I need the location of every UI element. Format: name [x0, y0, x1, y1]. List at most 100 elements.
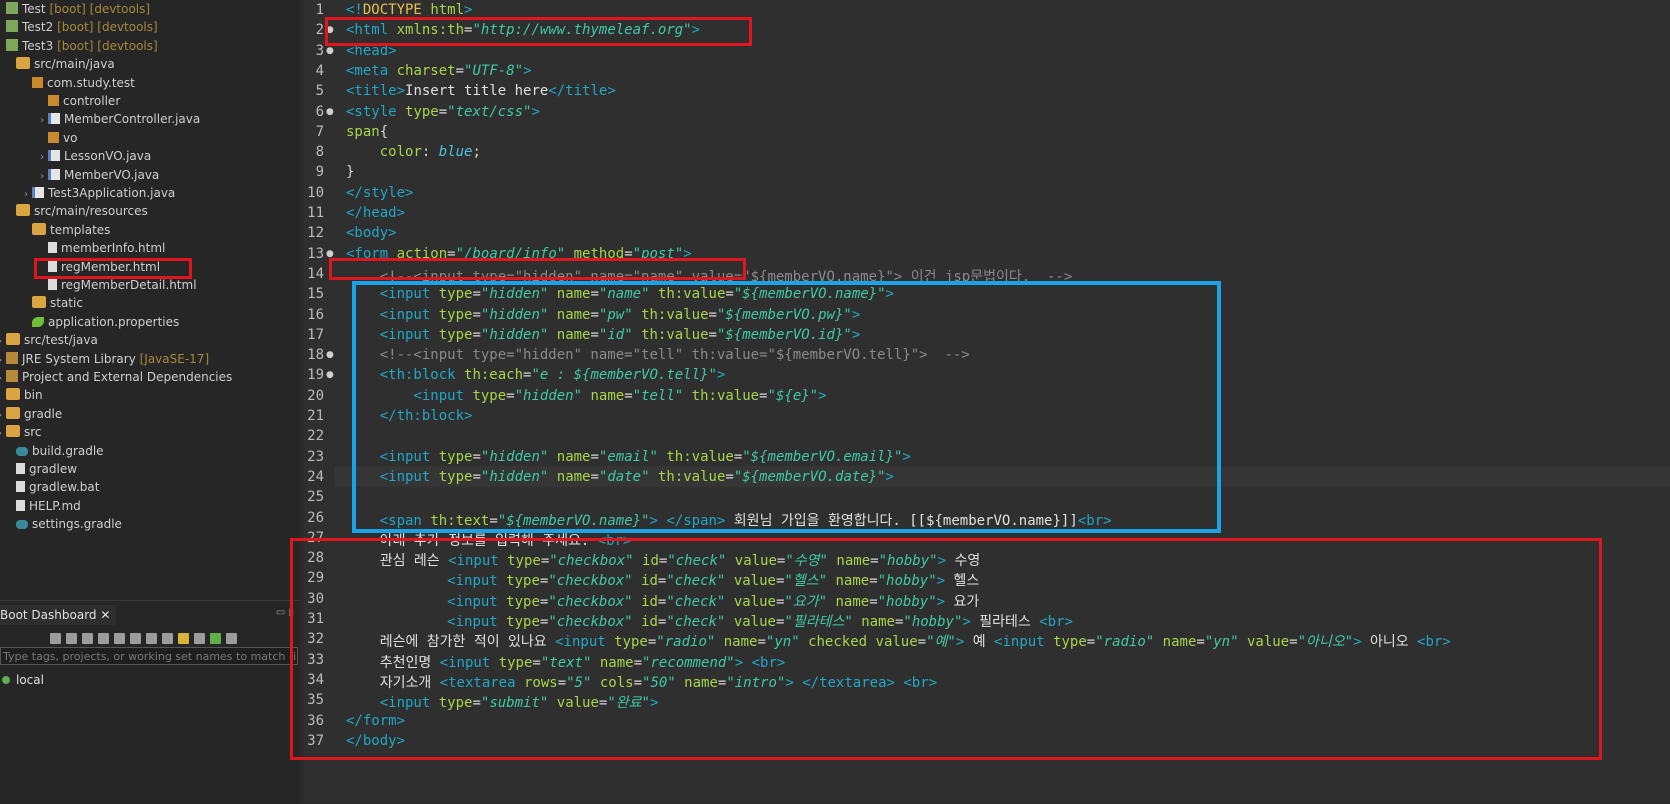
tree-item[interactable]: com.study.test: [20, 74, 135, 92]
code-line[interactable]: }: [346, 164, 354, 180]
tree-item[interactable]: application.properties: [20, 313, 179, 331]
tree-item-label: MemberVO.java: [64, 167, 160, 182]
code-line[interactable]: <!DOCTYPE html>: [346, 2, 472, 18]
tree-item[interactable]: ›src/test/java: [0, 331, 98, 349]
code-line[interactable]: color: blue;: [346, 144, 481, 160]
tree-item-label: Test3Application.java: [48, 186, 176, 200]
tree-item[interactable]: src/main/resources: [4, 202, 148, 220]
code-line[interactable]: <style type="text/css">: [346, 104, 540, 120]
line-number: 19: [307, 367, 324, 384]
tree-item[interactable]: › MemberVO.java: [36, 166, 159, 184]
start-icon[interactable]: [50, 633, 61, 644]
tree-item[interactable]: › LessonVO.java: [36, 147, 151, 165]
tree-item-label: Test: [22, 2, 46, 16]
tree-item[interactable]: ›gradle: [0, 405, 62, 423]
java-icon: [48, 168, 60, 180]
line-number: 21: [307, 408, 324, 424]
dashboard-toolbar: [50, 629, 242, 645]
folder-icon: [16, 204, 30, 217]
tree-item-label: templates: [50, 222, 111, 237]
tree-item[interactable]: HELP.md: [4, 497, 81, 515]
folder-icon: [16, 57, 30, 70]
tree-item[interactable]: Test2 [boot] [devtools]: [0, 18, 158, 36]
tree-item[interactable]: src/main/java: [4, 55, 115, 73]
line-number: 13: [307, 245, 324, 262]
tree-item-label: regMemberDetail.html: [61, 278, 197, 292]
pkg-icon: [48, 131, 59, 143]
proj-icon: [6, 20, 18, 33]
tree-item-label: build.gradle: [32, 443, 104, 458]
tree-item[interactable]: › Test3Application.java: [20, 184, 175, 202]
chevron-right-icon[interactable]: ›: [20, 186, 32, 204]
line-number: 17: [307, 326, 324, 343]
tree-item[interactable]: › MemberController.java: [36, 110, 200, 128]
chevron-right-icon[interactable]: ›: [36, 149, 48, 167]
tree-item[interactable]: build.gradle: [4, 442, 104, 460]
fold-toggle-icon[interactable]: ●: [326, 107, 334, 117]
close-icon[interactable]: ✕: [100, 608, 110, 622]
tree-item[interactable]: templates: [20, 221, 110, 239]
line-number: 6: [315, 103, 324, 120]
local-target[interactable]: local: [2, 673, 44, 687]
java-icon: [48, 150, 60, 162]
console-icon[interactable]: [114, 633, 125, 644]
code-line[interactable]: <meta charset="UTF-8">: [346, 63, 532, 79]
file-icon: [48, 279, 57, 290]
code-line[interactable]: </head>: [346, 205, 405, 221]
tree-item[interactable]: vo: [36, 129, 77, 147]
tree-item[interactable]: settings.gradle: [4, 515, 122, 533]
tree-item[interactable]: memberInfo.html: [36, 239, 165, 257]
tree-item-label: gradle: [24, 406, 63, 421]
boot-dashboard-tab[interactable]: Boot Dashboard ✕: [0, 605, 117, 625]
tree-item[interactable]: controller: [36, 92, 120, 110]
tree-item[interactable]: bin: [0, 386, 43, 404]
tree-item-label: Test3: [22, 38, 54, 53]
stop-icon[interactable]: [82, 633, 93, 644]
add-icon[interactable]: [210, 633, 221, 644]
lib-icon: [6, 370, 18, 382]
tree-item[interactable]: ›JRE System Library [JavaSE-17]: [0, 350, 209, 368]
tree-item[interactable]: Test [boot] [devtools]: [0, 0, 150, 18]
dashboard-filter-input[interactable]: Type tags, projects, or working set name…: [0, 647, 298, 665]
properties-icon[interactable]: [162, 633, 173, 644]
chevron-right-icon[interactable]: ›: [36, 112, 48, 130]
chevron-right-icon[interactable]: ›: [36, 168, 48, 186]
tree-item[interactable]: ›Project and External Dependencies: [0, 368, 232, 386]
tree-item-label: vo: [63, 130, 78, 145]
tree-item-label: application.properties: [48, 314, 180, 329]
tree-item-label: HELP.md: [29, 498, 81, 513]
pkg-icon: [32, 76, 43, 88]
file-icon: [16, 499, 25, 511]
folder-icon: [6, 425, 20, 438]
tree-item-label: static: [50, 296, 83, 311]
chevron-down-icon[interactable]: [226, 633, 237, 644]
code-line[interactable]: </style>: [346, 185, 413, 201]
tree-item-label: LessonVO.java: [64, 149, 152, 164]
tree-item[interactable]: ›src: [0, 423, 42, 441]
debug-icon[interactable]: [66, 633, 77, 644]
tree-item[interactable]: Test3 [boot] [devtools]: [0, 37, 158, 55]
fold-toggle-icon[interactable]: ●: [326, 46, 334, 56]
tree-item-label: gradlew: [29, 462, 78, 476]
filter-icon[interactable]: [194, 633, 205, 644]
line-number: 8: [315, 144, 324, 161]
code-line[interactable]: <title>Insert title here</title>: [346, 83, 616, 99]
tree-item[interactable]: gradlew: [4, 460, 77, 478]
tree-item[interactable]: gradlew.bat: [4, 478, 99, 496]
code-line[interactable]: <body>: [346, 225, 397, 241]
fold-toggle-icon[interactable]: ●: [326, 370, 334, 380]
tree-item[interactable]: static: [20, 294, 83, 312]
lightbulb-icon[interactable]: [178, 633, 189, 644]
folder-icon: [6, 388, 20, 401]
open-browser-icon[interactable]: [98, 633, 109, 644]
refresh-icon[interactable]: [130, 633, 141, 644]
fold-toggle-icon[interactable]: ●: [326, 350, 334, 360]
code-line[interactable]: span{: [346, 124, 388, 140]
tree-item-decoration: [boot] [devtools]: [53, 38, 158, 53]
gradle-icon: [16, 520, 28, 530]
line-number: 24: [307, 468, 324, 485]
lib-icon: [6, 351, 18, 364]
folder-icon: [32, 222, 46, 235]
line-number: 16: [307, 306, 324, 323]
edit-icon[interactable]: [146, 633, 157, 644]
